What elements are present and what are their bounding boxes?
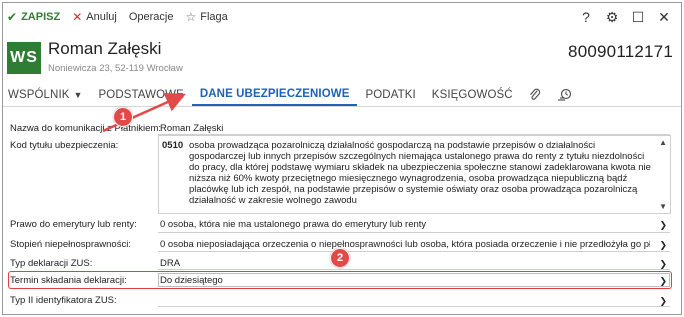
chevron-down-icon[interactable]: ❯ xyxy=(659,220,667,231)
chevron-down-icon[interactable]: ▼ xyxy=(659,202,667,211)
help-icon[interactable]: ? xyxy=(575,9,597,25)
zus-id-type-label: Typ II identyfikatora ZUS: xyxy=(10,295,117,306)
tab-podstawowe[interactable]: PODSTAWOWE xyxy=(91,84,192,106)
record-name: Roman Załęski xyxy=(48,39,162,58)
checkmark-icon: ✔ xyxy=(7,10,18,24)
window-frame: ✔ ZAPISZ ✕ Anuluj Operacje ☆ Flaga ? ⚙ ☐… xyxy=(2,2,682,315)
zus-declaration-type-underline xyxy=(158,269,670,270)
zus-id-type-underline xyxy=(158,306,670,307)
close-icon: ✕ xyxy=(72,10,83,24)
operations-button[interactable]: Operacje xyxy=(129,3,174,31)
communication-name-label: Nazwa do komunikacji z Płatnikiem: xyxy=(10,123,162,134)
pension-right-select[interactable]: 0 osoba, która nie ma ustalonego prawa d… xyxy=(160,219,426,230)
tab-dane-ubezpieczeniowe[interactable]: DANE UBEZPIECZENIOWE xyxy=(191,84,358,106)
pension-right-label: Prawo do emerytury lub renty: xyxy=(10,219,137,230)
window-controls: ? ⚙ ☐ ✕ xyxy=(571,3,675,31)
chevron-down-icon: ▼ xyxy=(73,90,83,100)
record-header: WS Roman Załęski Noniewicza 23, 52-119 W… xyxy=(3,31,681,84)
maximize-icon[interactable]: ☐ xyxy=(627,9,649,26)
record-address: Noniewicza 23, 52-119 Wrocław xyxy=(48,63,183,74)
communication-name-value[interactable]: Roman Załęski xyxy=(160,123,223,134)
annotation-badge-2: 2 xyxy=(330,248,350,268)
declaration-deadline-label: Termin składania deklaracji: xyxy=(10,275,127,286)
chevron-up-icon[interactable]: ▲ xyxy=(659,138,667,147)
insurance-code: 0510 xyxy=(162,140,184,151)
zus-declaration-type-label: Typ deklaracji ZUS: xyxy=(10,258,93,269)
chevron-down-icon[interactable]: ❯ xyxy=(659,276,667,287)
history-icon[interactable] xyxy=(549,84,581,106)
save-button[interactable]: ✔ ZAPISZ xyxy=(7,3,60,31)
annotation-badge-1: 1 xyxy=(113,107,133,127)
declaration-deadline-select[interactable]: Do dziesiątego xyxy=(160,275,223,286)
insurance-code-select[interactable]: 0510 osoba prowadząca pozarolniczą dział… xyxy=(158,135,671,214)
disability-select[interactable]: 0 osoba nieposiadająca orzeczenia o niep… xyxy=(160,239,650,250)
tab-wspolnik[interactable]: WSPÓLNIK ▼ xyxy=(3,84,91,106)
close-window-icon[interactable]: ✕ xyxy=(653,9,675,26)
chevron-down-icon[interactable]: ❯ xyxy=(659,240,667,251)
avatar: WS xyxy=(7,42,41,74)
gear-icon[interactable]: ⚙ xyxy=(601,9,623,26)
star-icon: ☆ xyxy=(185,10,197,24)
declaration-deadline-field-box xyxy=(158,273,670,287)
attachment-icon[interactable] xyxy=(521,84,549,106)
record-number: 80090112171 xyxy=(568,42,673,61)
toolbar: ✔ ZAPISZ ✕ Anuluj Operacje ☆ Flaga ? ⚙ ☐… xyxy=(3,3,681,31)
disability-underline xyxy=(158,251,670,252)
tab-podatki[interactable]: PODATKI xyxy=(357,84,423,106)
zus-declaration-type-select[interactable]: DRA xyxy=(160,258,180,269)
insurance-code-label: Kod tytułu ubezpieczenia: xyxy=(10,140,119,151)
insurance-code-description: osoba prowadząca pozarolniczą działalnoś… xyxy=(189,140,651,206)
pension-right-underline xyxy=(158,232,670,233)
disability-label: Stopień niepełnosprawności: xyxy=(10,239,131,250)
flag-button[interactable]: ☆ Flaga xyxy=(185,3,227,31)
tab-bar: WSPÓLNIK ▼ PODSTAWOWE DANE UBEZPIECZENIO… xyxy=(3,85,681,107)
cancel-button[interactable]: ✕ Anuluj xyxy=(72,3,117,31)
tab-ksiegowosc[interactable]: KSIĘGOWOŚĆ xyxy=(424,84,521,106)
